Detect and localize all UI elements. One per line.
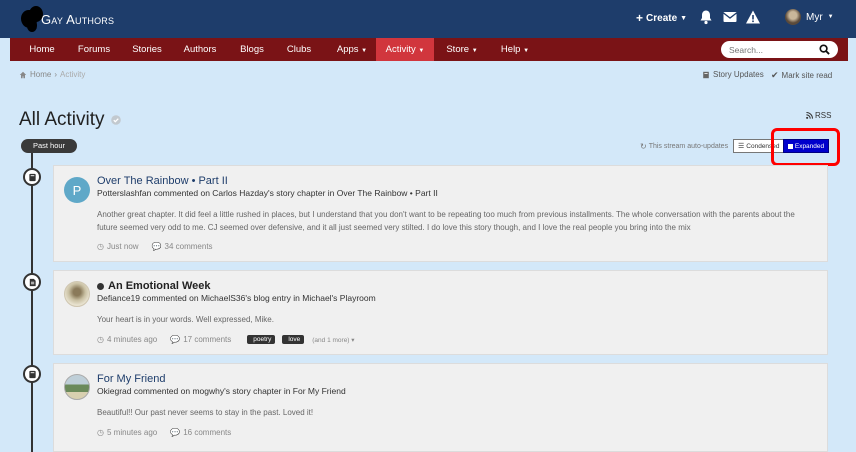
chevron-right-icon: › [54, 70, 58, 79]
tag-love[interactable]: love [282, 335, 305, 344]
tag-poetry[interactable]: poetry [247, 335, 276, 344]
refresh-icon: ↻ [640, 142, 647, 151]
timeline-node [23, 365, 41, 383]
home-icon [19, 71, 27, 78]
nav-activity[interactable]: Activity ▼ [376, 38, 434, 61]
nav-authors[interactable]: Authors [176, 38, 224, 61]
timestamp[interactable]: ◷ Just now [97, 242, 139, 251]
activity-subtitle: Potterslashfan commented on Carlos Hazda… [97, 188, 438, 198]
story-updates-label: Story Updates [713, 70, 764, 79]
activity-card: An Emotional Week Defiance19 commented o… [53, 270, 828, 355]
timeline-node [23, 168, 41, 186]
warning-icon[interactable] [745, 9, 761, 25]
create-button[interactable]: + Create ▼ [636, 11, 687, 25]
search-input[interactable] [729, 44, 809, 55]
mark-read-label: Mark site read [781, 71, 833, 80]
expanded-view-button[interactable]: Expanded [783, 139, 829, 153]
nav-stories[interactable]: Stories [123, 38, 171, 61]
timestamp[interactable]: ◷ 5 minutes ago [97, 428, 157, 437]
caret-down-icon: ▼ [418, 48, 425, 54]
rss-link[interactable]: RSS [806, 111, 831, 120]
activity-subtitle: Defiance19 commented on MichaelS36's blo… [97, 293, 376, 303]
activity-card: For My Friend Okiegrad commented on mogw… [53, 363, 828, 452]
comment-count[interactable]: 💬 16 comments [170, 428, 231, 437]
activity-body: Beautiful!! Our past never seems to stay… [97, 408, 314, 417]
auto-update-notice: ↻ This stream auto-updates [640, 142, 728, 151]
bell-icon[interactable] [698, 9, 714, 25]
nav-apps[interactable]: Apps ▼ [326, 38, 378, 61]
activity-meta: ◷ 4 minutes ago 💬 17 comments poetry lov… [97, 335, 355, 344]
plus-icon: + [636, 11, 644, 25]
user-menu[interactable]: Myr ▼ [785, 9, 834, 25]
book-icon [703, 71, 709, 78]
auto-update-text: This stream auto-updates [648, 143, 729, 150]
story-updates-link[interactable]: Story Updates [702, 70, 764, 79]
activity-title[interactable]: For My Friend [97, 373, 165, 385]
unread-dot-icon [97, 282, 104, 290]
activity-title[interactable]: Over The Rainbow • Part II [97, 175, 228, 187]
nav-store[interactable]: Store ▼ [438, 38, 486, 61]
check-icon: ✔ [771, 70, 779, 80]
breadcrumb: Home › Activity [19, 70, 85, 79]
avatar[interactable] [64, 374, 90, 400]
clock-icon: ◷ [97, 335, 104, 344]
page-title: All Activity [19, 109, 121, 131]
page-title-text: All Activity [19, 109, 105, 130]
nav-clubs[interactable]: Clubs [278, 38, 320, 61]
caret-down-icon: ▼ [680, 14, 688, 22]
activity-subtitle: Okiegrad commented on mogwhy's story cha… [97, 386, 346, 396]
square-icon [787, 143, 793, 149]
activity-body: Your heart is in your words. Well expres… [97, 315, 274, 324]
activity-title[interactable]: An Emotional Week [97, 280, 210, 292]
time-filter-pill[interactable]: Past hour [21, 139, 77, 153]
list-icon: ☰ [738, 143, 745, 150]
more-tags-dropdown[interactable]: (and 1 more) ▾ [312, 336, 354, 344]
logo-mark-icon [19, 6, 45, 32]
comment-icon: 💬 [170, 428, 181, 437]
activity-meta: ◷ Just now 💬 34 comments [97, 242, 222, 251]
timeline-line [31, 153, 33, 452]
nav-blogs[interactable]: Blogs [229, 38, 275, 61]
clock-icon: ◷ [97, 428, 104, 437]
avatar[interactable] [64, 281, 90, 307]
book-icon [28, 173, 36, 181]
timestamp[interactable]: ◷ 4 minutes ago [97, 335, 157, 344]
mail-icon[interactable] [722, 9, 738, 25]
comment-icon: 💬 [170, 335, 181, 344]
caret-down-icon: ▼ [361, 48, 368, 54]
nav-home[interactable]: Home [18, 38, 66, 61]
check-circle-icon[interactable] [110, 115, 121, 125]
comment-count[interactable]: 💬 17 comments [170, 335, 231, 344]
caret-down-icon: ▼ [471, 48, 478, 54]
nav-forums[interactable]: Forums [69, 38, 119, 61]
rss-label: RSS [815, 111, 832, 120]
blog-icon [29, 278, 36, 286]
top-header: Gay Authors + Create ▼ Myr ▼ [0, 0, 856, 38]
user-name: Myr [806, 11, 823, 23]
logo-text: Gay Authors [41, 11, 115, 27]
breadcrumb-home[interactable]: Home [30, 70, 51, 79]
caret-down-icon: ▼ [827, 14, 834, 20]
activity-card: P Over The Rainbow • Part II Potterslash… [53, 165, 828, 262]
comment-count[interactable]: 💬 34 comments [152, 242, 213, 251]
book-icon [28, 370, 36, 378]
main-nav: Home Forums Stories Authors Blogs Clubs … [10, 38, 848, 61]
timeline-node [23, 273, 41, 291]
search-box [721, 41, 838, 58]
activity-meta: ◷ 5 minutes ago 💬 16 comments [97, 428, 240, 437]
activity-body: Another great chapter. It did feel a lit… [97, 210, 795, 232]
clock-icon: ◷ [97, 242, 104, 251]
search-icon[interactable] [819, 44, 830, 55]
comment-icon: 💬 [151, 242, 162, 251]
site-logo[interactable]: Gay Authors [19, 4, 114, 34]
mark-read-link[interactable]: ✔ Mark site read [771, 70, 832, 81]
user-avatar [785, 9, 801, 25]
avatar[interactable]: P [64, 177, 90, 203]
nav-help[interactable]: Help ▼ [492, 38, 538, 61]
rss-icon [806, 112, 813, 119]
create-label: Create [646, 12, 678, 24]
caret-down-icon: ▼ [523, 48, 530, 54]
breadcrumb-current: Activity [60, 70, 86, 79]
